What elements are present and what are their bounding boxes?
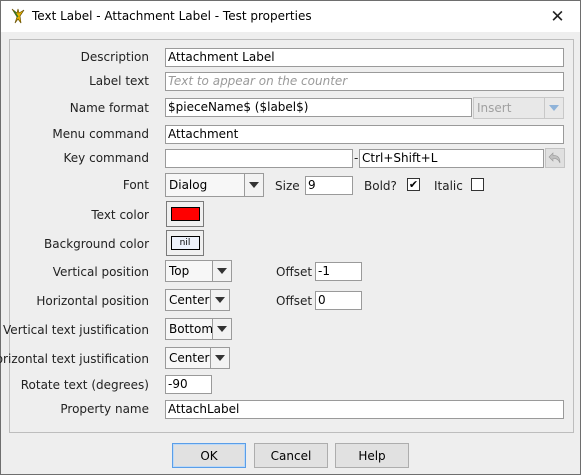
insert-dropdown-value: Insert	[474, 98, 544, 118]
property-name-label: Property name	[60, 402, 149, 416]
horizontal-justification-value: Center	[166, 348, 210, 368]
chevron-down-icon	[244, 174, 263, 196]
property-name-field[interactable]: AttachLabel	[165, 400, 564, 419]
title-bar[interactable]: Text Label - Attachment Label - Test pro…	[1, 1, 580, 32]
undo-keystroke-button[interactable]	[545, 148, 565, 168]
help-button[interactable]: Help	[335, 443, 409, 468]
horizontal-position-dropdown[interactable]: Center	[165, 289, 230, 311]
description-field[interactable]: Attachment Label	[165, 48, 564, 67]
text-color-button[interactable]	[166, 201, 204, 227]
text-color-swatch	[170, 207, 200, 221]
italic-checkbox[interactable]	[471, 178, 484, 191]
properties-panel: Description Attachment Label Label text …	[0, 39, 574, 433]
name-format-label: Name format	[69, 101, 149, 115]
font-label: Font	[122, 178, 149, 192]
label-text-label: Label text	[89, 74, 149, 88]
label-text-field[interactable]: Text to appear on the counter	[165, 72, 564, 91]
font-dropdown-value: Dialog	[166, 174, 244, 196]
chevron-down-icon	[212, 261, 231, 281]
vertical-position-value: Top	[166, 261, 212, 281]
vertical-offset-label: Offset	[276, 265, 313, 279]
rotate-label: Rotate text (degrees)	[20, 378, 149, 392]
window-title: Text Label - Attachment Label - Test pro…	[32, 9, 312, 23]
vertical-justification-label: Vertical text justification	[3, 323, 149, 337]
checkmark-icon: ✔	[408, 178, 419, 191]
close-button[interactable]: ✕	[535, 1, 580, 32]
chevron-down-icon	[210, 290, 229, 310]
size-label: Size	[275, 179, 300, 193]
dialog-window: Text Label - Attachment Label - Test pro…	[0, 0, 581, 475]
insert-dropdown[interactable]: Insert	[473, 97, 564, 119]
horizontal-offset-field[interactable]: 0	[315, 291, 362, 310]
description-label: Description	[80, 50, 149, 64]
cancel-button[interactable]: Cancel	[254, 443, 328, 468]
background-color-swatch: nil	[170, 236, 200, 250]
key-command-separator: -	[354, 151, 359, 165]
horizontal-justification-dropdown[interactable]: Center	[165, 347, 230, 369]
vertical-justification-dropdown[interactable]: Bottom	[165, 318, 232, 340]
vertical-justification-value: Bottom	[166, 319, 212, 339]
horizontal-offset-label: Offset	[276, 294, 313, 308]
vassal-icon	[11, 8, 25, 24]
vertical-position-dropdown[interactable]: Top	[165, 260, 232, 282]
ok-button[interactable]: OK	[172, 443, 246, 468]
chevron-down-icon	[544, 98, 563, 118]
key-command-label: Key command	[63, 151, 149, 165]
background-color-button[interactable]: nil	[166, 230, 204, 256]
chevron-down-icon	[212, 319, 231, 339]
horizontal-justification-label: Horizontal text justification	[0, 352, 149, 366]
chevron-down-icon	[210, 348, 229, 368]
undo-arrow-icon	[548, 152, 561, 164]
horizontal-position-value: Center	[166, 290, 210, 310]
menu-command-label: Menu command	[52, 127, 149, 141]
name-format-field[interactable]: $pieceName$ ($label$)	[165, 98, 472, 117]
close-icon: ✕	[550, 6, 565, 27]
italic-label: Italic	[434, 179, 463, 193]
background-color-label: Background color	[44, 237, 149, 251]
text-color-label: Text color	[91, 208, 149, 222]
keystroke-field[interactable]: Ctrl+Shift+L	[359, 149, 544, 168]
menu-command-field[interactable]: Attachment	[165, 125, 564, 144]
vertical-position-label: Vertical position	[52, 265, 149, 279]
font-size-field[interactable]: 9	[305, 176, 353, 195]
vertical-offset-field[interactable]: -1	[315, 262, 362, 281]
bold-checkbox[interactable]: ✔	[407, 178, 420, 191]
font-dropdown[interactable]: Dialog	[165, 173, 264, 197]
bold-label: Bold?	[364, 179, 397, 193]
rotate-field[interactable]: -90	[165, 375, 212, 394]
horizontal-position-label: Horizontal position	[36, 294, 149, 308]
key-command-name-field[interactable]	[165, 149, 353, 168]
